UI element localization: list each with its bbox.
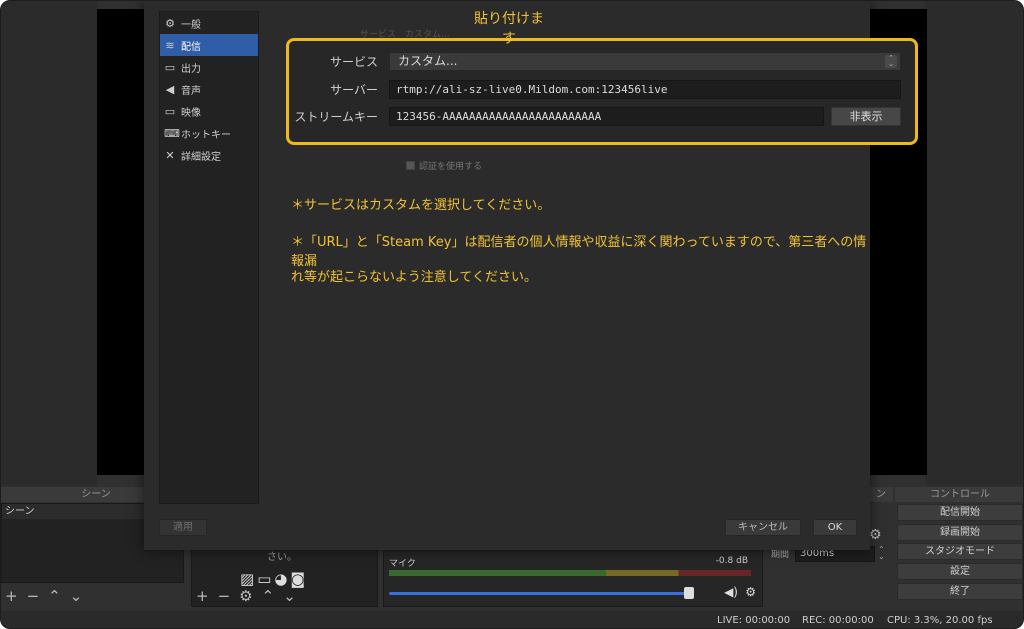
nav-item-advanced[interactable]: ✕ 詳細設定 xyxy=(160,144,258,166)
stream-key-input[interactable]: 123456-AAAAAAAAAAAAAAAAAAAAAAAA xyxy=(389,107,824,126)
preview-right-area xyxy=(925,1,1023,485)
add-source-icon[interactable]: + xyxy=(196,587,209,605)
stream-key-label: ストリームキー xyxy=(294,110,378,124)
keyboard-icon: ⌨ xyxy=(164,126,180,140)
nav-label: 音声 xyxy=(181,85,201,97)
use-auth-label: 認証を使用する xyxy=(419,162,483,172)
audio-level-meter xyxy=(389,570,751,576)
service-label: サービス xyxy=(329,55,378,69)
controls-dock-header: コントロール xyxy=(895,487,1023,502)
service-select[interactable]: カスタム... ⌃ ⌄ xyxy=(389,52,901,71)
apply-button[interactable]: 適用 xyxy=(159,519,207,536)
source-down-icon[interactable]: ⌄ xyxy=(283,587,296,605)
scenes-toolbar: + − ⌃ ⌄ xyxy=(5,586,82,606)
move-up-icon[interactable]: ⌃ xyxy=(48,587,61,605)
exit-button[interactable]: 終了 xyxy=(897,583,1023,600)
output-icon: ▭ xyxy=(164,60,176,74)
annotation-note-1: ＊サービスはカスタムを選択してください。 xyxy=(291,198,551,213)
nav-label: 出力 xyxy=(181,63,201,75)
status-bar: LIVE: 00:00:00 REC: 00:00:00 CPU: 3.3%, … xyxy=(1,611,1023,628)
mixer-settings-icon[interactable]: ⚙ xyxy=(745,585,756,599)
move-down-icon[interactable]: ⌄ xyxy=(70,587,83,605)
volume-slider-handle[interactable] xyxy=(684,587,694,599)
volume-slider[interactable] xyxy=(389,592,694,595)
speaker-icon[interactable]: ◀) xyxy=(724,585,738,599)
cpu-fps: CPU: 3.3%, 20.00 fps xyxy=(887,615,993,626)
remove-source-icon[interactable]: − xyxy=(218,587,231,605)
mixer-db-value: -0.8 dB xyxy=(715,556,748,566)
sources-toolbar: + − ⚙ ⌃ ⌄ xyxy=(196,586,296,606)
server-input[interactable]: rtmp://ali-sz-live0.Mildom.com:123456liv… xyxy=(389,80,901,99)
add-scene-icon[interactable]: + xyxy=(5,587,18,605)
nav-label: ホットキー xyxy=(181,129,231,141)
remove-scene-icon[interactable]: − xyxy=(27,587,40,605)
use-auth-checkbox[interactable]: 認証を使用する xyxy=(406,159,482,172)
transitions-header-fragment: ン xyxy=(876,489,886,500)
obs-main-window: シーン シーン + − ⌃ ⌄ さい。 ▨ ▭ ◕ ◙ + − ⚙ ⌃ ⌄ マイ… xyxy=(0,0,1024,629)
ok-button[interactable]: OK xyxy=(813,519,857,536)
nav-item-general[interactable]: ⚙ 一般 xyxy=(160,12,258,34)
annotation-note-3: れ等が起こらないよう注意してください。 xyxy=(291,270,537,285)
nav-label: 配信 xyxy=(181,41,201,53)
source-settings-icon[interactable]: ⚙ xyxy=(239,587,252,605)
rec-timer: REC: 00:00:00 xyxy=(802,615,874,626)
duration-stepper[interactable]: ⌃ ⌄ xyxy=(878,546,885,561)
nav-label: 一般 xyxy=(181,19,201,31)
settings-nav: ⚙ 一般 ≋ 配信 ▭ 出力 ◀ 音声 ▭ 映像 ⌨ ホットキー ✕ 詳細設定 xyxy=(159,11,259,504)
nav-item-stream[interactable]: ≋ 配信 xyxy=(160,34,258,56)
start-streaming-button[interactable]: 配信開始 xyxy=(897,504,1023,521)
select-arrows-icon: ⌃ ⌄ xyxy=(885,55,897,68)
transition-settings-icon[interactable]: ⚙ xyxy=(869,527,882,543)
studio-mode-button[interactable]: スタジオモード xyxy=(897,543,1023,560)
tools-icon: ✕ xyxy=(165,148,175,162)
mixer-track-label: マイク xyxy=(389,559,416,569)
nav-item-video[interactable]: ▭ 映像 xyxy=(160,100,258,122)
settings-dialog: ⚙ 一般 ≋ 配信 ▭ 出力 ◀ 音声 ▭ 映像 ⌨ ホットキー ✕ 詳細設定 … xyxy=(144,1,918,550)
annotation-note-2: ＊「URL」と「Steam Key」は配信者の個人情報や収益に深く関わっています… xyxy=(291,235,867,269)
broadcast-icon: ≋ xyxy=(165,38,175,52)
nav-item-output[interactable]: ▭ 出力 xyxy=(160,56,258,78)
start-recording-button[interactable]: 録画開始 xyxy=(897,524,1023,541)
hide-key-button[interactable]: 非表示 xyxy=(831,107,901,126)
monitor-icon: ▭ xyxy=(164,104,176,118)
speaker-icon: ◀ xyxy=(165,82,175,96)
cancel-button[interactable]: キャンセル xyxy=(725,519,801,536)
transitions-dock-header: ン xyxy=(869,487,893,502)
nav-label: 詳細設定 xyxy=(181,151,221,163)
nav-item-audio[interactable]: ◀ 音声 xyxy=(160,78,258,100)
scenes-dock-title: シーン xyxy=(81,489,111,500)
audio-mixer: マイク -0.8 dB ◀) ⚙ xyxy=(383,549,763,607)
sources-hint-text: さい。 xyxy=(267,552,297,563)
nav-item-hotkeys[interactable]: ⌨ ホットキー xyxy=(160,122,258,144)
service-value: カスタム... xyxy=(398,54,458,68)
checkbox-box[interactable] xyxy=(406,161,415,170)
ghost-service-row: サービス カスタム... xyxy=(360,30,450,40)
preview-left-area xyxy=(1,1,97,485)
source-up-icon[interactable]: ⌃ xyxy=(262,587,275,605)
server-label: サーバー xyxy=(330,83,378,97)
controls-dock-title: コントロール xyxy=(930,489,990,500)
annotation-title: 貼り付けます xyxy=(474,11,544,47)
gear-icon: ⚙ xyxy=(165,16,175,30)
highlight-frame: サービス カスタム... ⌃ ⌄ サーバー rtmp://ali-sz-live0… xyxy=(286,38,918,145)
nav-label: 映像 xyxy=(181,107,201,119)
settings-button[interactable]: 設定 xyxy=(897,563,1023,580)
live-timer: LIVE: 00:00:00 xyxy=(717,615,791,626)
